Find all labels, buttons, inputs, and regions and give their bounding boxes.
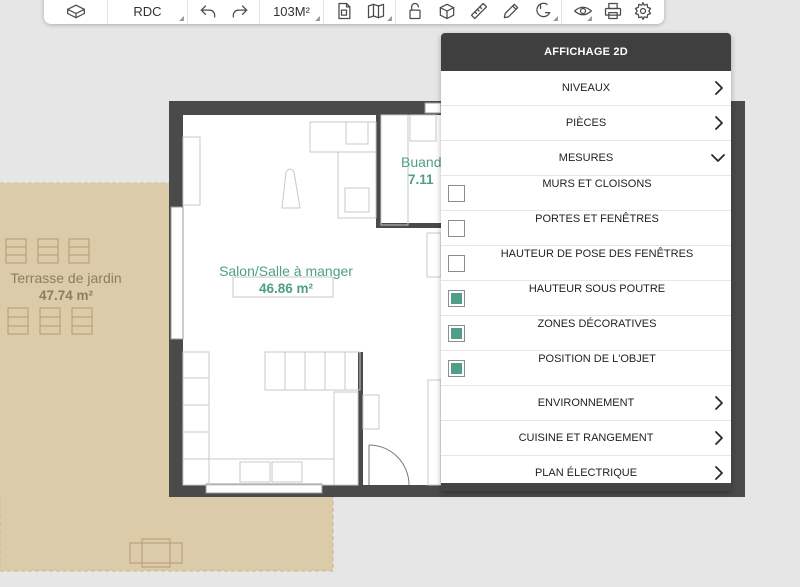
- menu-item-label: MESURES: [558, 152, 614, 164]
- option-label: HAUTEUR SOUS POUTRE: [528, 283, 666, 295]
- view-mode-button[interactable]: [44, 0, 108, 24]
- top-toolbar: RDC 103M²: [44, 0, 664, 24]
- tools-group: [396, 0, 562, 24]
- redo-icon[interactable]: [229, 1, 251, 21]
- menu-item-levels[interactable]: NIVEAUX: [441, 71, 731, 106]
- checkbox-decorative-zones[interactable]: [448, 325, 465, 342]
- chevron-right-icon: [709, 114, 727, 132]
- gear-icon[interactable]: [632, 1, 654, 21]
- undo-redo-group: [188, 0, 260, 24]
- chevron-right-icon: [709, 394, 727, 412]
- checkbox-doors-windows[interactable]: [448, 220, 465, 237]
- room-name-laundry: Buand: [401, 154, 442, 170]
- option-walls[interactable]: MURS ET CLOISONS: [441, 176, 731, 211]
- menu-item-label: CUISINE ET RANGEMENT: [518, 432, 654, 444]
- room-area-terrace: 47.74 m²: [38, 288, 94, 303]
- checkbox-window-height[interactable]: [448, 255, 465, 272]
- option-object-position[interactable]: POSITION DE L'OBJET: [441, 351, 731, 386]
- menu-item-label: PLAN ÉLECTRIQUE: [534, 467, 638, 479]
- document-icon[interactable]: [333, 1, 355, 21]
- display-group: [562, 0, 664, 24]
- dropdown-corner: [387, 16, 392, 21]
- checkbox-walls[interactable]: [448, 185, 465, 202]
- box-icon: [65, 1, 87, 21]
- cube-icon[interactable]: [436, 1, 458, 21]
- map-icon[interactable]: [365, 1, 387, 21]
- chevron-down-icon: [709, 149, 727, 167]
- surface-label: 103M²: [273, 3, 310, 19]
- menu-item-label: ENVIRONNEMENT: [537, 397, 635, 409]
- ruler-icon[interactable]: [468, 1, 490, 21]
- room-name-terrace: Terrasse de jardin: [10, 270, 122, 286]
- dropdown-corner: [553, 16, 558, 21]
- option-doors-windows[interactable]: PORTES ET FENÊTRES: [441, 211, 731, 246]
- menu-item-electrical-plan[interactable]: PLAN ÉLECTRIQUE: [441, 456, 731, 483]
- level-selector[interactable]: RDC: [108, 0, 188, 24]
- print-icon[interactable]: [602, 1, 624, 21]
- option-label: ZONES DÉCORATIVES: [537, 318, 657, 330]
- room-area-laundry: 7.11: [408, 172, 434, 187]
- dropdown-corner: [315, 16, 320, 21]
- dropdown-corner: [179, 16, 184, 21]
- pencil-icon[interactable]: [500, 1, 522, 21]
- room-name-living: Salon/Salle à manger: [219, 263, 353, 279]
- checkbox-object-position[interactable]: [448, 360, 465, 377]
- menu-item-kitchen-storage[interactable]: CUISINE ET RANGEMENT: [441, 421, 731, 456]
- room-area-living: 46.86 m²: [258, 281, 314, 296]
- panel-title: AFFICHAGE 2D: [441, 33, 731, 71]
- option-decorative-zones[interactable]: ZONES DÉCORATIVES: [441, 316, 731, 351]
- dropdown-corner: [587, 16, 592, 21]
- undo-icon[interactable]: [197, 1, 219, 21]
- option-beam-height[interactable]: HAUTEUR SOUS POUTRE: [441, 281, 731, 316]
- option-window-height[interactable]: HAUTEUR DE POSE DES FENÊTRES: [441, 246, 731, 281]
- level-label: RDC: [133, 3, 162, 19]
- surface-button[interactable]: 103M²: [260, 0, 324, 24]
- checkbox-beam-height[interactable]: [448, 290, 465, 307]
- option-label: PORTES ET FENÊTRES: [535, 213, 659, 225]
- menu-item-label: PIÈCES: [565, 117, 607, 129]
- option-label: MURS ET CLOISONS: [542, 178, 652, 190]
- menu-item-label: NIVEAUX: [561, 82, 611, 94]
- display-2d-panel: AFFICHAGE 2D NIVEAUX PIÈCES MESURES MURS…: [441, 33, 731, 491]
- menu-item-rooms[interactable]: PIÈCES: [441, 106, 731, 141]
- lock-icon[interactable]: [404, 1, 426, 21]
- chevron-right-icon: [709, 79, 727, 97]
- documents-group: [324, 0, 396, 24]
- chevron-right-icon: [709, 429, 727, 447]
- magnet-icon[interactable]: [532, 1, 554, 21]
- option-label: HAUTEUR DE POSE DES FENÊTRES: [500, 248, 694, 260]
- menu-item-measures[interactable]: MESURES: [441, 141, 731, 176]
- menu-item-environment[interactable]: ENVIRONNEMENT: [441, 386, 731, 421]
- option-label: POSITION DE L'OBJET: [538, 353, 656, 365]
- chevron-right-icon: [709, 464, 727, 482]
